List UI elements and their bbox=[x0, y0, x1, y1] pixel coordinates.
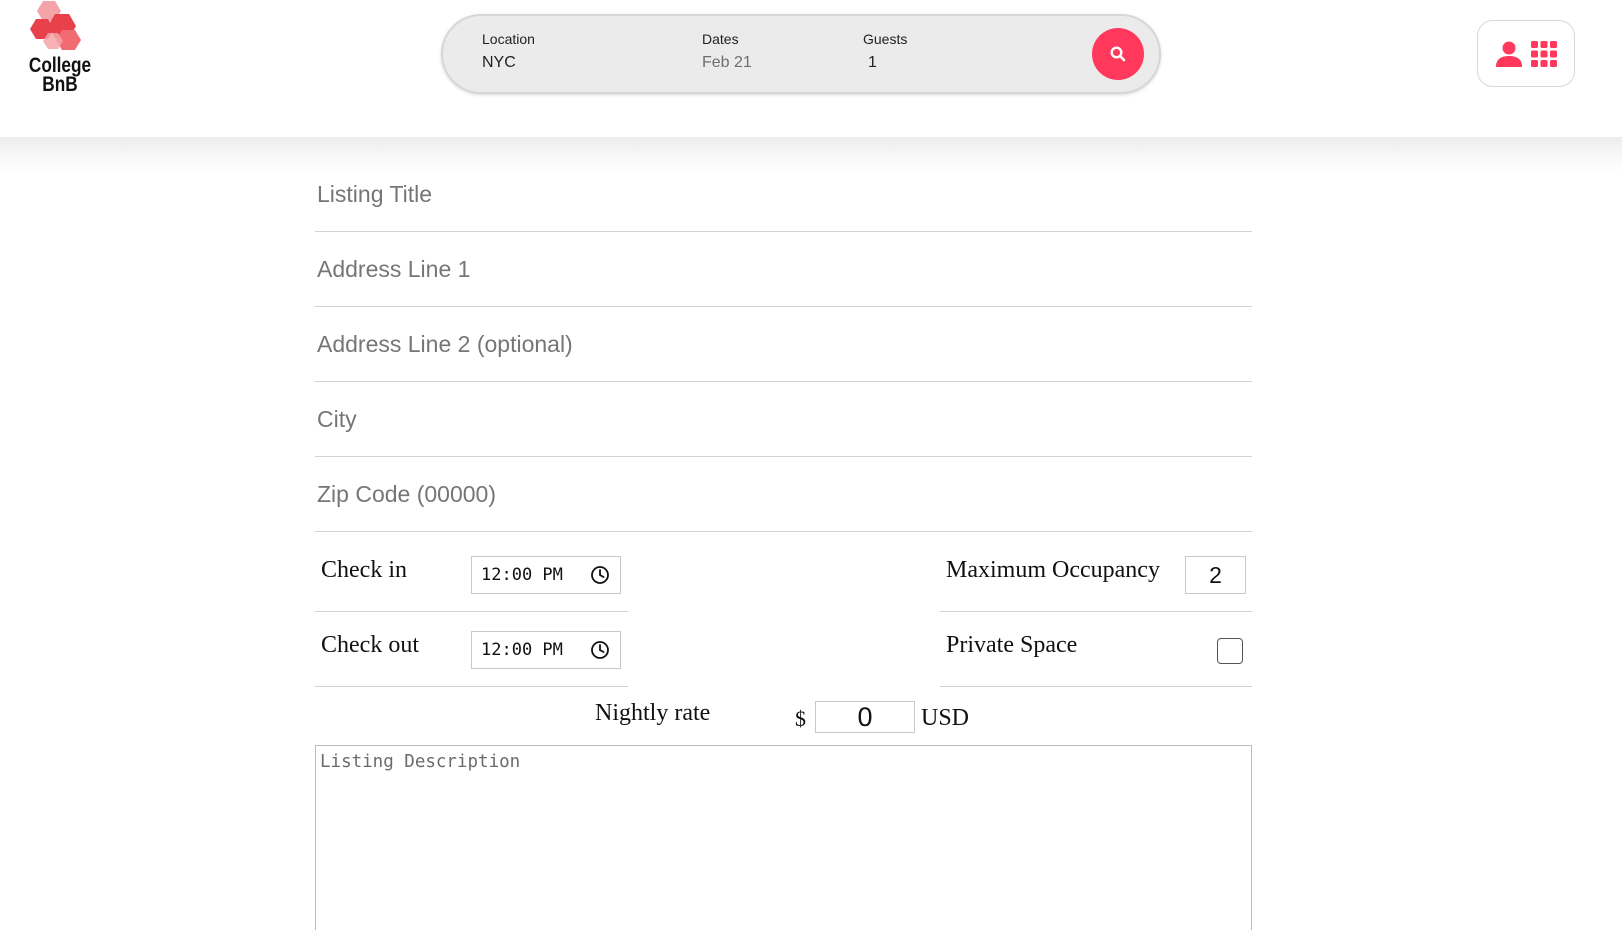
address-line-1-row bbox=[315, 232, 1252, 307]
logo-text: College BnB bbox=[27, 55, 93, 96]
user-menu-button[interactable] bbox=[1477, 20, 1575, 87]
guests-label: Guests bbox=[863, 31, 908, 47]
zip-code-row bbox=[315, 457, 1252, 532]
max-occupancy-label: Maximum Occupancy bbox=[946, 557, 1160, 583]
dates-label: Dates bbox=[702, 31, 739, 47]
check-in-time-input[interactable]: 12:00 PM bbox=[471, 556, 621, 594]
currency-code: USD bbox=[921, 705, 970, 731]
check-in-row: Check in 12:00 PM bbox=[315, 537, 628, 612]
nightly-rate-label: Nightly rate bbox=[595, 700, 711, 726]
nightly-rate-input[interactable]: 0 bbox=[815, 701, 915, 733]
listing-title-row bbox=[315, 157, 1252, 232]
city-input[interactable] bbox=[317, 382, 1247, 456]
city-row bbox=[315, 382, 1252, 457]
address-line-1-input[interactable] bbox=[317, 232, 1247, 306]
search-bar: Location NYC Dates Feb 21 Guests 1 bbox=[441, 14, 1161, 94]
guests-value: 1 bbox=[868, 54, 877, 71]
location-value: NYC bbox=[482, 54, 516, 71]
check-out-time-value: 12:00 PM bbox=[481, 640, 563, 660]
dates-value: Feb 21 bbox=[702, 54, 752, 71]
college-bnb-logo[interactable]: College BnB bbox=[20, 0, 100, 104]
check-in-label: Check in bbox=[321, 557, 407, 583]
search-button[interactable] bbox=[1092, 28, 1144, 80]
search-icon bbox=[1110, 46, 1126, 62]
check-in-time-value: 12:00 PM bbox=[481, 565, 563, 585]
guests-field[interactable]: Guests 1 bbox=[863, 30, 993, 74]
max-occupancy-row: Maximum Occupancy 2 bbox=[940, 537, 1252, 612]
grid-icon bbox=[1531, 40, 1557, 67]
logo-line-2: BnB bbox=[42, 73, 78, 96]
listing-description-input[interactable] bbox=[316, 746, 1251, 930]
check-out-label: Check out bbox=[321, 632, 419, 658]
max-occupancy-input[interactable]: 2 bbox=[1185, 556, 1246, 594]
address-line-2-row bbox=[315, 307, 1252, 382]
clock-icon[interactable] bbox=[590, 640, 610, 660]
currency-symbol: $ bbox=[795, 706, 806, 731]
user-icon bbox=[1496, 41, 1522, 67]
private-space-label: Private Space bbox=[946, 632, 1078, 658]
dates-field[interactable]: Dates Feb 21 bbox=[702, 30, 832, 74]
listing-description-box bbox=[315, 745, 1252, 930]
hexagon-logo-icon bbox=[30, 1, 81, 50]
check-out-time-input[interactable]: 12:00 PM bbox=[471, 631, 621, 669]
location-label: Location bbox=[482, 31, 535, 47]
listing-title-input[interactable] bbox=[317, 157, 1247, 231]
check-out-row: Check out 12:00 PM bbox=[315, 612, 628, 687]
address-line-2-input[interactable] bbox=[317, 307, 1247, 381]
location-field[interactable]: Location NYC bbox=[482, 30, 672, 74]
top-nav: College BnB Location NYC Dates Feb 21 Gu… bbox=[0, 0, 1622, 137]
private-space-row: Private Space bbox=[940, 612, 1252, 687]
zip-code-input[interactable] bbox=[317, 457, 1247, 531]
private-space-checkbox[interactable] bbox=[1217, 638, 1243, 664]
clock-icon[interactable] bbox=[590, 565, 610, 585]
